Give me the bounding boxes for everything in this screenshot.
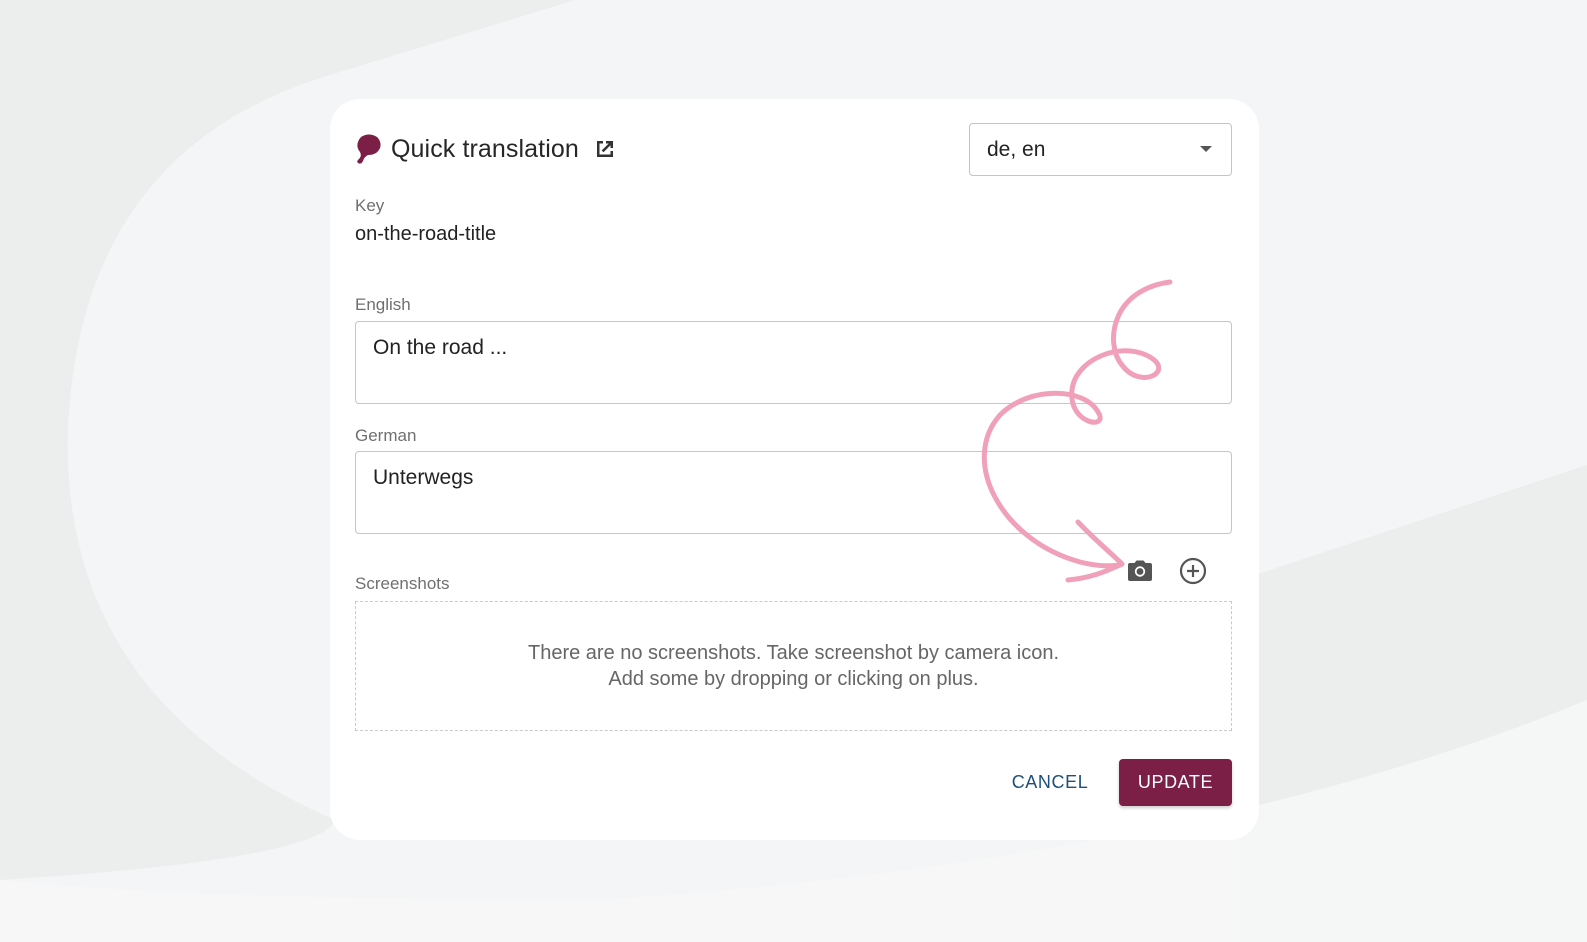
tolgee-logo-icon xyxy=(357,134,381,164)
dialog-title: Quick translation xyxy=(391,134,579,163)
screenshots-dropzone[interactable]: There are no screenshots. Take screensho… xyxy=(355,601,1232,731)
key-label: Key xyxy=(355,196,385,215)
screenshots-label: Screenshots xyxy=(355,574,450,593)
english-translation-input[interactable]: On the road ... xyxy=(355,321,1232,404)
quick-translation-dialog: Quick translation de, en Key on-the-road… xyxy=(330,99,1259,840)
dialog-header: Quick translation xyxy=(355,129,617,169)
camera-icon[interactable] xyxy=(1125,556,1155,586)
add-circle-icon[interactable] xyxy=(1178,556,1208,586)
german-translation-input[interactable]: Unterwegs xyxy=(355,451,1232,534)
empty-message-line2: Add some by dropping or clicking on plus… xyxy=(608,668,979,690)
empty-message-line1: There are no screenshots. Take screensho… xyxy=(527,642,1059,664)
language-select-value: de, en xyxy=(987,137,1046,161)
english-label: English xyxy=(355,295,411,314)
german-label: German xyxy=(355,426,417,445)
update-button[interactable]: UPDATE xyxy=(1119,759,1232,806)
open-in-new-icon[interactable] xyxy=(593,137,617,161)
chevron-down-icon xyxy=(1200,146,1212,152)
cancel-button[interactable]: CANCEL xyxy=(1000,760,1100,804)
key-value: on-the-road-title xyxy=(355,223,497,245)
language-select[interactable]: de, en xyxy=(969,123,1232,176)
